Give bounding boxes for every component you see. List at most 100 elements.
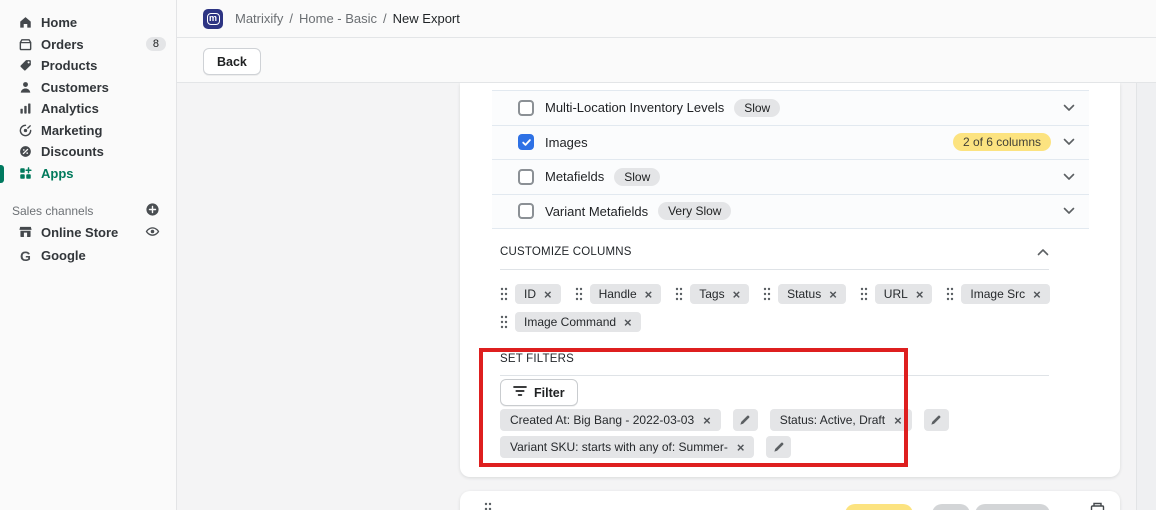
column-chip-label: URL: [883, 287, 908, 301]
sidebar-item-discounts[interactable]: Discounts: [0, 141, 176, 163]
vertical-scrollbar[interactable]: [1136, 83, 1156, 510]
sidebar-item-products[interactable]: Products: [0, 55, 176, 77]
remove-column-icon[interactable]: ×: [733, 288, 741, 301]
checkbox-checked[interactable]: [518, 134, 534, 151]
sidebar-item-home[interactable]: Home: [0, 12, 176, 34]
bar-chart-icon: [18, 101, 33, 116]
speed-badge: Very Slow: [658, 202, 732, 221]
customize-columns-header: CUSTOMIZE COLUMNS: [500, 246, 1049, 258]
chevron-down-icon[interactable]: [1063, 207, 1075, 215]
column-chip: Image Command ×: [515, 312, 641, 332]
add-channel-icon[interactable]: [145, 202, 160, 220]
export-row-multi-location-inventory[interactable]: Multi-Location Inventory Levels Slow: [492, 91, 1089, 126]
sidebar-item-label: Home: [41, 15, 78, 31]
edit-filter-button[interactable]: [923, 409, 949, 431]
column-chips-row-2: Image Command ×: [500, 312, 641, 332]
sales-channels-label: Sales channels: [12, 204, 94, 218]
breadcrumb-section[interactable]: Home - Basic: [299, 11, 377, 26]
chevron-down-icon[interactable]: [1063, 104, 1075, 112]
breadcrumb-separator: /: [383, 11, 387, 26]
export-row-label: Metafields: [545, 169, 605, 185]
column-chip-unit: URL ×: [860, 284, 933, 304]
eye-icon[interactable]: [145, 224, 160, 242]
page-actions-bar: Back: [177, 38, 1156, 83]
remove-column-icon[interactable]: ×: [645, 288, 653, 301]
active-indicator-bar: [0, 164, 4, 183]
remove-column-icon[interactable]: ×: [624, 316, 632, 329]
sidebar-item-label: Discounts: [41, 144, 104, 160]
column-chip: Handle ×: [589, 284, 662, 304]
remove-column-icon[interactable]: ×: [829, 288, 837, 301]
printer-icon[interactable]: [1090, 502, 1105, 510]
person-icon: [18, 80, 33, 95]
drag-handle-icon[interactable]: [946, 287, 954, 301]
sidebar-item-analytics[interactable]: Analytics: [0, 98, 176, 120]
filter-chip-label: Created At: Big Bang - 2022-03-03: [510, 413, 695, 427]
filter-button-label: Filter: [534, 385, 565, 400]
column-chip-label: Image Command: [524, 315, 617, 329]
google-icon: G: [20, 247, 31, 264]
sidebar-item-customers[interactable]: Customers: [0, 77, 176, 99]
filter-button[interactable]: Filter: [500, 379, 578, 406]
export-row-metafields[interactable]: Metafields Slow: [492, 160, 1089, 195]
sales-channels-heading: Sales channels: [0, 201, 176, 221]
speed-badge: Slow: [734, 98, 781, 117]
breadcrumb-app[interactable]: Matrixify: [235, 11, 283, 26]
drag-handle-icon[interactable]: [763, 287, 771, 301]
export-row-variant-metafields[interactable]: Variant Metafields Very Slow: [492, 195, 1089, 229]
chevron-up-icon[interactable]: [1037, 248, 1049, 256]
drag-handle-icon[interactable]: [484, 502, 492, 510]
export-entity-list: Multi-Location Inventory Levels Slow Ima…: [492, 90, 1089, 229]
section-divider: [500, 269, 1049, 270]
set-filters-header: SET FILTERS: [500, 353, 1049, 365]
next-section-card: [460, 491, 1120, 510]
remove-filter-icon[interactable]: ×: [703, 414, 711, 427]
set-filters-title: SET FILTERS: [500, 353, 574, 365]
remove-filter-icon[interactable]: ×: [894, 414, 902, 427]
remove-column-icon[interactable]: ×: [1033, 288, 1041, 301]
back-button[interactable]: Back: [203, 48, 261, 75]
edit-filter-button[interactable]: [732, 409, 758, 431]
column-chip-label: Status: [787, 287, 822, 301]
checkbox-unchecked[interactable]: [518, 168, 534, 185]
filter-chips-row-2: Variant SKU: starts with any of: Summer-…: [500, 436, 792, 458]
column-chip-label: Image Src: [970, 287, 1026, 301]
column-chip-unit: Image Src ×: [946, 284, 1050, 304]
sidebar-item-orders[interactable]: Orders 8: [0, 34, 176, 56]
sidebar-item-apps[interactable]: Apps: [0, 163, 176, 185]
drag-handle-icon[interactable]: [500, 287, 508, 301]
column-chip: ID ×: [515, 284, 561, 304]
pencil-icon: [740, 415, 750, 425]
remove-column-icon[interactable]: ×: [916, 288, 924, 301]
drag-handle-icon[interactable]: [575, 287, 583, 301]
speed-badge: Slow: [614, 167, 661, 186]
remove-filter-icon[interactable]: ×: [737, 441, 745, 454]
drag-handle-icon[interactable]: [500, 315, 508, 329]
sidebar-item-online-store[interactable]: Online Store: [0, 221, 176, 244]
drag-handle-icon[interactable]: [675, 287, 683, 301]
sidebar-item-google[interactable]: G Google: [0, 244, 176, 267]
export-row-images[interactable]: Images 2 of 6 columns: [492, 126, 1089, 160]
customize-columns-title: CUSTOMIZE COLUMNS: [500, 246, 632, 258]
app-screen: Home Orders 8 Products Customers Analyti…: [0, 0, 1156, 510]
breadcrumb-separator: /: [289, 11, 294, 26]
chevron-down-icon[interactable]: [1063, 138, 1075, 146]
drag-handle-icon[interactable]: [860, 287, 868, 301]
pencil-icon: [931, 415, 941, 425]
remove-column-icon[interactable]: ×: [544, 288, 552, 301]
matrixify-logo-glyph: m: [206, 12, 220, 25]
sidebar-item-label: Google: [41, 248, 86, 263]
sidebar-item-marketing[interactable]: Marketing: [0, 120, 176, 142]
target-icon: [18, 123, 33, 138]
column-chip: Image Src ×: [961, 284, 1050, 304]
filter-chip-created-at: Created At: Big Bang - 2022-03-03 ×: [500, 409, 721, 431]
status-badge: [932, 504, 970, 510]
checkbox-unchecked[interactable]: [518, 99, 534, 116]
filter-chips-row-1: Created At: Big Bang - 2022-03-03 × Stat…: [500, 409, 949, 431]
column-chip: Tags ×: [690, 284, 750, 304]
chevron-down-icon[interactable]: [1063, 173, 1075, 181]
column-chip-label: Tags: [699, 287, 725, 301]
filter-chip-label: Variant SKU: starts with any of: Summer-: [510, 440, 728, 454]
checkbox-unchecked[interactable]: [518, 203, 534, 220]
edit-filter-button[interactable]: [766, 436, 792, 458]
